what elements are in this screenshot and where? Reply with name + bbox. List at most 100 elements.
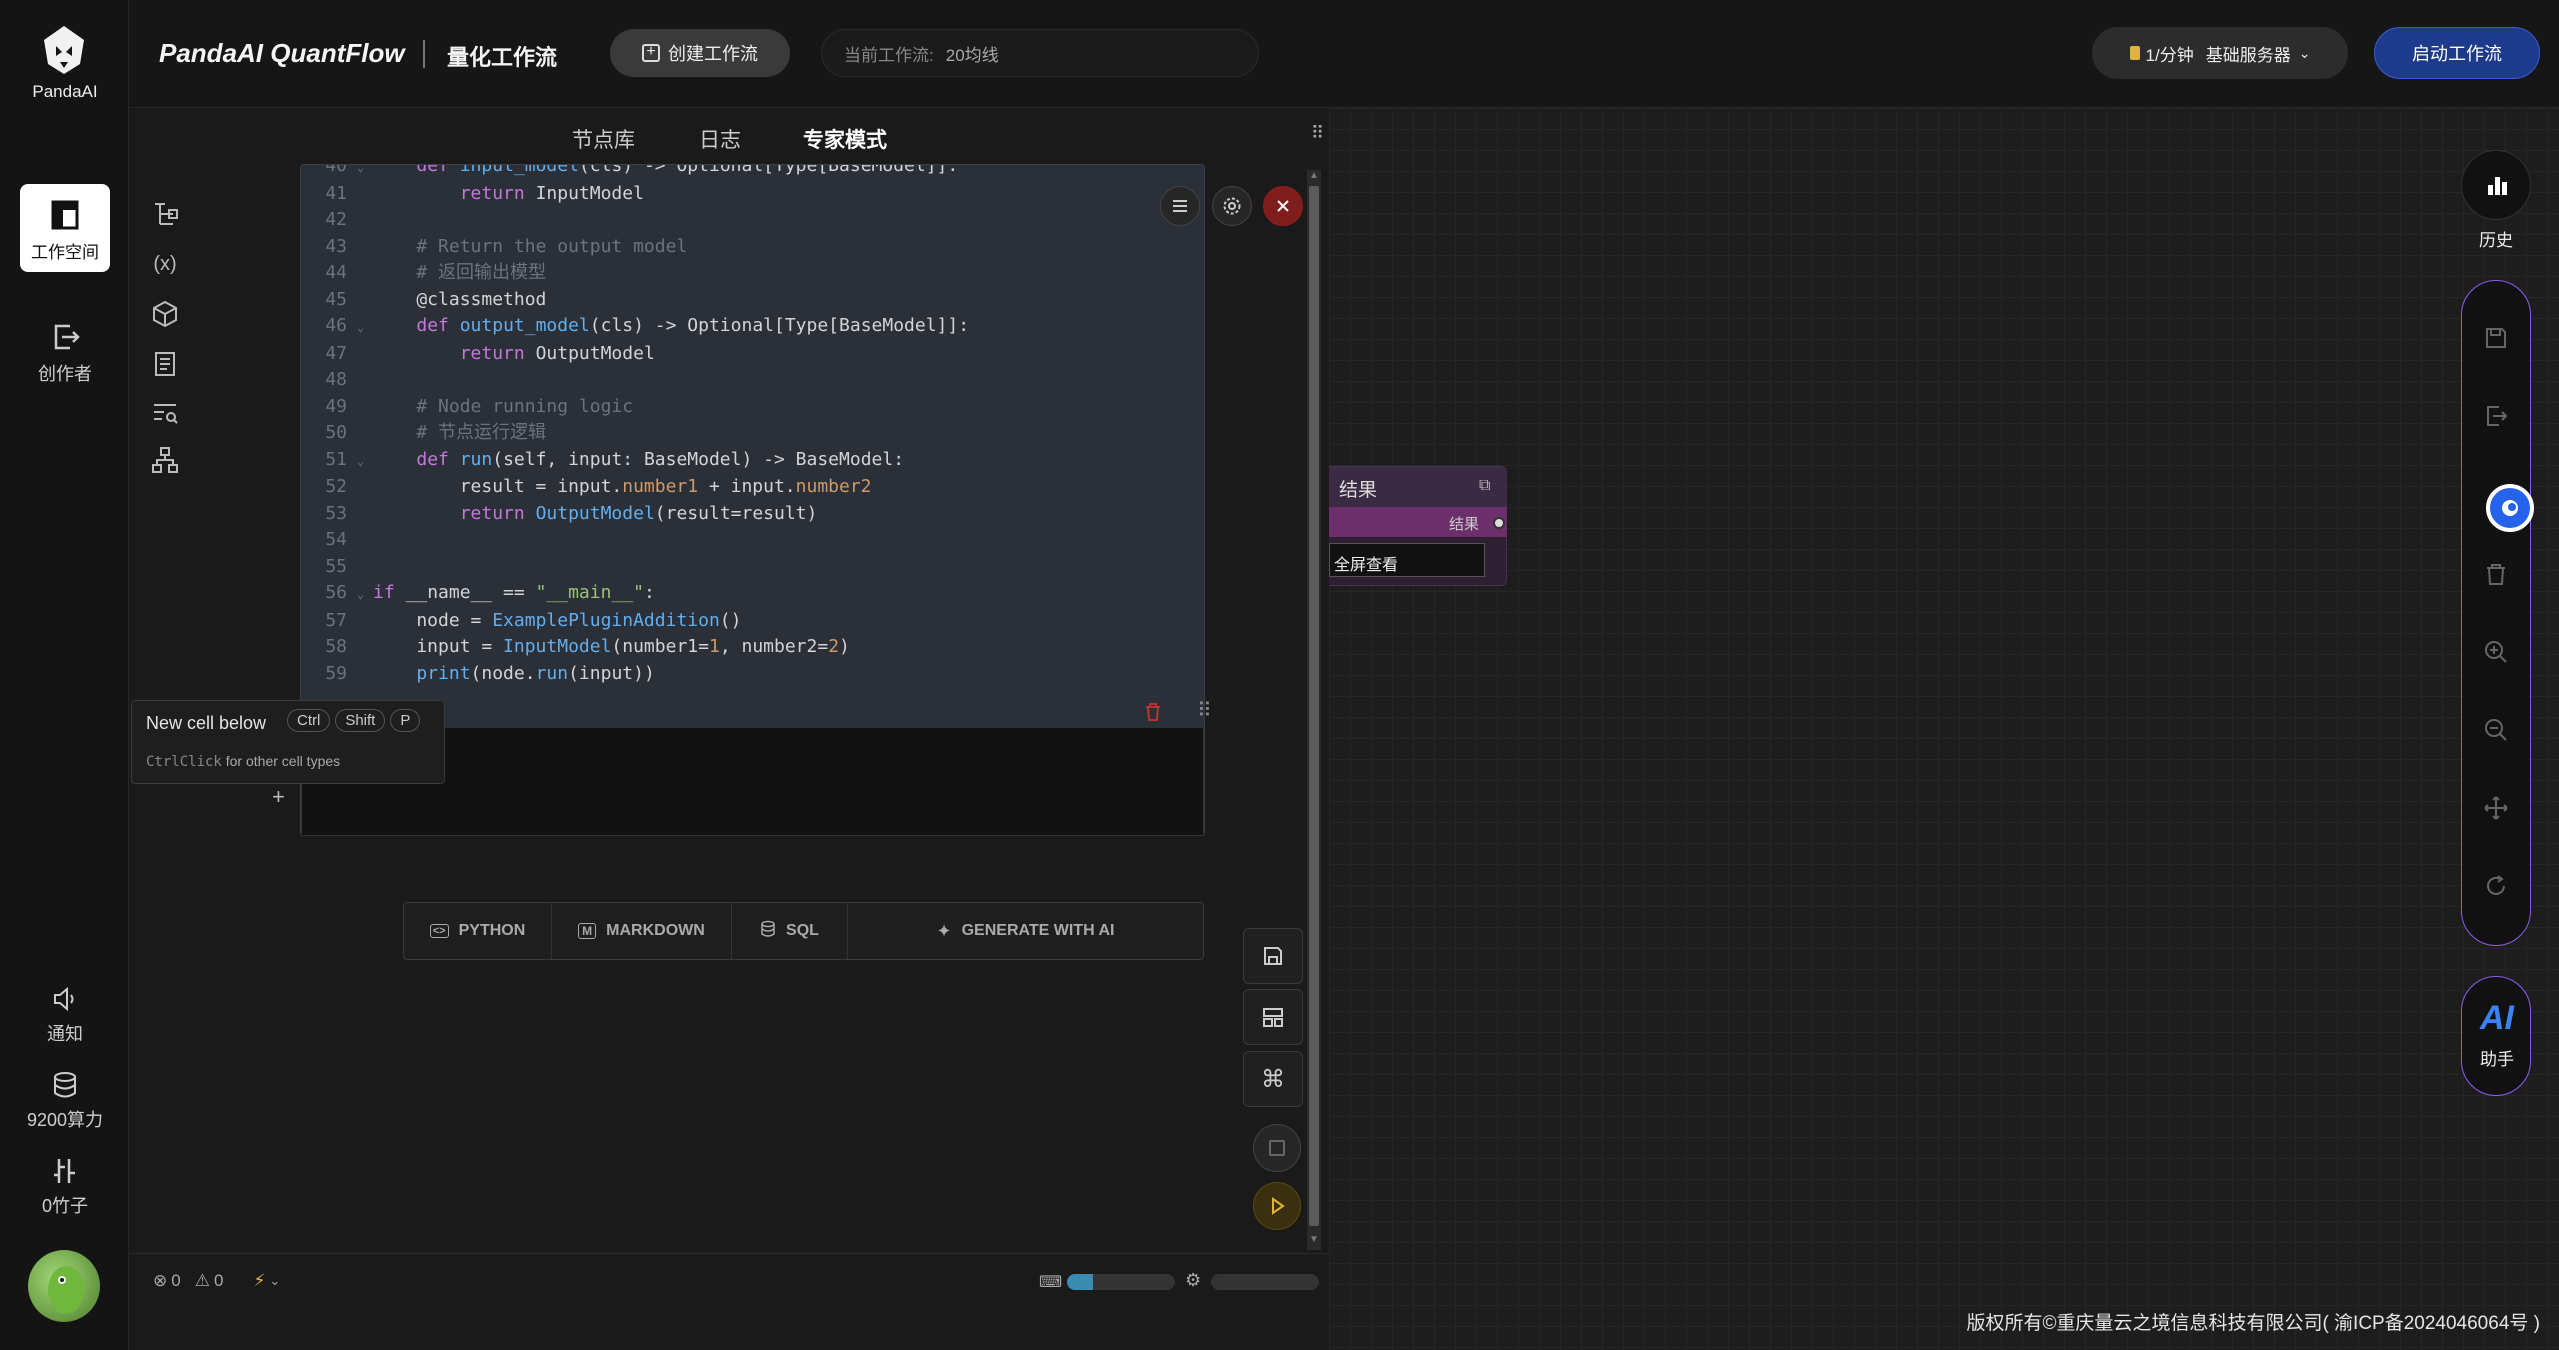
fold-chevron-icon[interactable]: ⌄: [357, 448, 373, 475]
current-workflow-value: 20均线: [945, 45, 999, 65]
fullscreen-view-button[interactable]: 全屏查看: [1329, 543, 1485, 577]
code-line[interactable]: 42: [301, 207, 969, 234]
code-line[interactable]: 57 node = ExamplePluginAddition(): [301, 608, 969, 635]
sidebar-item-workspace[interactable]: 工作空间: [20, 184, 110, 272]
code-line[interactable]: 56 ⌄ if __name__ == "__main__":: [301, 580, 969, 608]
current-workflow-field[interactable]: 当前工作流: 20均线: [821, 29, 1259, 77]
sidebar-item-bamboo[interactable]: 0竹子: [20, 1156, 110, 1218]
panda-logo-icon[interactable]: [36, 22, 92, 78]
scroll-up-icon[interactable]: ▲: [1307, 170, 1321, 181]
gear-icon[interactable]: [1212, 186, 1252, 226]
tab-logs[interactable]: 日志: [699, 124, 741, 154]
start-workflow-button[interactable]: 启动工作流: [2374, 27, 2540, 79]
code-line[interactable]: 43 # Return the output model: [301, 234, 969, 261]
code-line[interactable]: 52 result = input.number1 + input.number…: [301, 474, 969, 501]
tooltip-shortcut: Ctrl Shift P: [282, 709, 421, 732]
warning-count: 0: [213, 1271, 224, 1290]
coin-stack-icon: [2129, 46, 2140, 60]
line-number: 59: [325, 662, 347, 684]
code-line[interactable]: 47 return OutputModel: [301, 341, 969, 368]
code-line[interactable]: 41 return InputModel: [301, 181, 969, 208]
sql-cell-button[interactable]: SQL: [732, 903, 848, 959]
line-number: 57: [325, 609, 347, 631]
history-button[interactable]: [2461, 150, 2531, 220]
sql-label: SQL: [786, 922, 819, 939]
variable-icon[interactable]: (x): [149, 248, 181, 280]
scroll-down-icon[interactable]: ▼: [1307, 1234, 1321, 1245]
code-editor[interactable]: 40 ⌄ def input_model(cls) -> Optional[Typ…: [301, 165, 969, 688]
refresh-icon[interactable]: [2476, 866, 2516, 906]
create-workflow-button[interactable]: + 创建工作流: [610, 29, 790, 77]
scrollbar-thumb[interactable]: [1309, 186, 1319, 1226]
tree-icon[interactable]: [149, 198, 181, 230]
zoom-out-icon[interactable]: [2476, 710, 2516, 750]
sidebar-item-notify[interactable]: 通知: [20, 984, 110, 1046]
avatar[interactable]: [28, 1250, 100, 1322]
drag-handle-icon[interactable]: ⠿: [1311, 124, 1324, 148]
hierarchy-icon[interactable]: [149, 444, 181, 476]
chevron-down-icon: ⌄: [2298, 44, 2311, 61]
code-line[interactable]: 54: [301, 527, 969, 554]
fold-chevron-icon[interactable]: ⌄: [357, 314, 373, 341]
generate-ai-button[interactable]: ✦ GENERATE WITH AI: [848, 903, 1203, 959]
port-label: 结果: [1449, 516, 1480, 533]
code-line[interactable]: 45 @classmethod: [301, 287, 969, 314]
sidebar-item-creator[interactable]: 创作者: [20, 320, 110, 386]
trash-icon[interactable]: [2476, 554, 2516, 594]
scroll-icon[interactable]: [149, 348, 181, 380]
server-select[interactable]: 1/分钟 基础服务器 ⌄: [2092, 27, 2348, 79]
tab-expert-mode[interactable]: 专家模式: [803, 124, 887, 154]
ai-assistant-button[interactable]: AI 助手: [2461, 976, 2531, 1096]
chevron-down-icon[interactable]: ⌄: [269, 1273, 280, 1289]
fold-chevron-icon[interactable]: ⌄: [357, 165, 373, 181]
workflow-canvas[interactable]: 结果 ⧉ 结果 全屏查看: [1329, 108, 2559, 1350]
tooltip-hint: CtrlClick for other cell types: [146, 753, 340, 770]
stop-icon[interactable]: [1253, 1124, 1301, 1172]
lightning-icon[interactable]: ⚡: [253, 1271, 265, 1291]
edit-icon[interactable]: ⧉: [1479, 477, 1490, 495]
fold-chevron-icon[interactable]: ⌄: [357, 581, 373, 608]
save-icon[interactable]: [1243, 928, 1303, 984]
chat-bubble-icon[interactable]: [2486, 484, 2534, 532]
layout-icon[interactable]: [1243, 989, 1303, 1045]
zoom-in-icon[interactable]: [2476, 632, 2516, 672]
tab-node-library[interactable]: 节点库: [572, 124, 635, 154]
logo-text: PandaAI: [32, 82, 98, 101]
code-line[interactable]: 40 ⌄ def input_model(cls) -> Optional[Typ…: [301, 165, 969, 181]
add-cell-plus-icon[interactable]: +: [272, 784, 285, 810]
generate-ai-label: GENERATE WITH AI: [961, 922, 1115, 939]
export-icon[interactable]: [2476, 396, 2516, 436]
line-number: 51: [325, 448, 347, 470]
sidebar-item-compute[interactable]: 9200算力: [20, 1070, 110, 1132]
plus-box-icon: +: [642, 44, 660, 62]
code-line[interactable]: 49 # Node running logic: [301, 394, 969, 421]
code-text: def output_model(cls) -> Optional[Type[B…: [416, 315, 970, 336]
panel-scrollbar[interactable]: ▲ ▼: [1307, 170, 1321, 1250]
close-icon[interactable]: [1263, 186, 1303, 226]
run-play-icon[interactable]: [1253, 1182, 1301, 1230]
code-line[interactable]: 59 print(node.run(input)): [301, 661, 969, 688]
code-line[interactable]: 55: [301, 554, 969, 581]
python-cell-button[interactable]: <> PYTHON: [404, 903, 552, 959]
title-divider: [423, 40, 425, 68]
result-node[interactable]: 结果 ⧉ 结果 全屏查看: [1329, 466, 1507, 586]
move-icon[interactable]: [2476, 788, 2516, 828]
cell-drag-handle-icon[interactable]: ⠿: [1197, 698, 1212, 723]
cube-icon[interactable]: [149, 298, 181, 330]
warning-icon[interactable]: ⚠: [195, 1271, 210, 1291]
output-port[interactable]: [1493, 517, 1505, 529]
code-line[interactable]: 53 return OutputModel(result=result): [301, 501, 969, 528]
trash-icon[interactable]: [1144, 702, 1162, 724]
code-line[interactable]: 50 # 节点运行逻辑: [301, 420, 969, 447]
command-icon[interactable]: ⌘: [1243, 1051, 1303, 1107]
code-line[interactable]: 48: [301, 367, 969, 394]
code-line[interactable]: 58 input = InputModel(number1=1, number2…: [301, 634, 969, 661]
markdown-cell-button[interactable]: M MARKDOWN: [552, 903, 732, 959]
code-line[interactable]: 44 # 返回输出模型: [301, 260, 969, 287]
code-line[interactable]: 46 ⌄ def output_model(cls) -> Optional[Ty…: [301, 313, 969, 341]
code-line[interactable]: 51 ⌄ def run(self, input: BaseModel) -> B…: [301, 447, 969, 475]
error-icon[interactable]: ⊗: [153, 1271, 167, 1291]
search-list-icon[interactable]: [149, 396, 181, 428]
save-icon[interactable]: [2476, 318, 2516, 358]
menu-icon[interactable]: [1160, 186, 1200, 226]
